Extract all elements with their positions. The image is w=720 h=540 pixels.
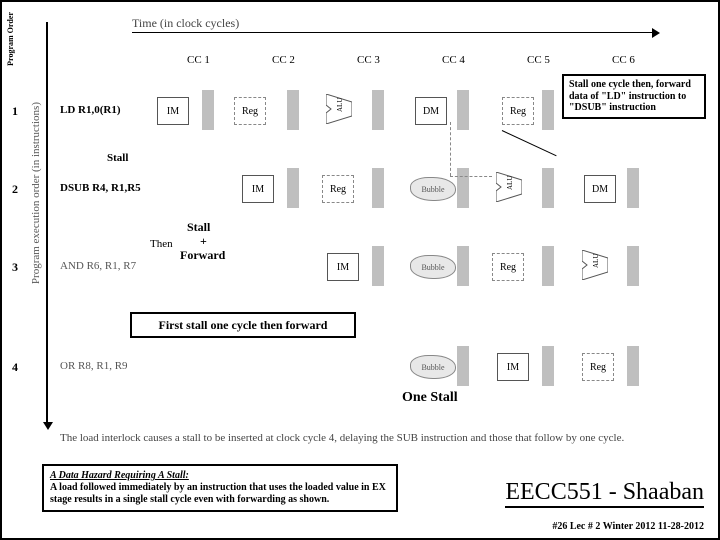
bar — [542, 246, 554, 286]
program-order-label: Program Order — [6, 12, 15, 66]
r1-dm: DM — [415, 97, 447, 125]
r2-im: IM — [242, 175, 274, 203]
cc5-label: CC 5 — [527, 54, 550, 66]
forward-callout: Stall one cycle then, forward data of "L… — [562, 74, 706, 119]
bar — [542, 168, 554, 208]
cc1-label: CC 1 — [187, 54, 210, 66]
cc6-label: CC 6 — [612, 54, 635, 66]
bar — [457, 90, 469, 130]
fwd-line-h — [450, 176, 492, 178]
sf2: + — [200, 234, 207, 249]
r2-alu-icon: ALU — [496, 172, 522, 202]
row1-instr: LD R1,0(R1) — [60, 104, 121, 116]
slide: Program Order Program execution order (i… — [0, 0, 720, 540]
r4-bubble: Bubble — [410, 355, 456, 379]
vertical-axis — [46, 22, 48, 422]
r3-bubble: Bubble — [410, 255, 456, 279]
bar — [202, 90, 214, 130]
r1-im: IM — [157, 97, 189, 125]
bar — [287, 168, 299, 208]
bar — [372, 168, 384, 208]
footer: #26 Lec # 2 Winter 2012 11-28-2012 — [552, 521, 704, 532]
cc2-label: CC 2 — [272, 54, 295, 66]
r1-reg1: Reg — [234, 97, 266, 125]
cc3-label: CC 3 — [357, 54, 380, 66]
time-label: Time (in clock cycles) — [132, 16, 239, 31]
r3-reg: Reg — [492, 253, 524, 281]
bar — [457, 346, 469, 386]
r3-im: IM — [327, 253, 359, 281]
center-box: First stall one cycle then forward — [130, 312, 356, 338]
svg-text:ALU: ALU — [592, 254, 600, 268]
bar — [542, 90, 554, 130]
bar — [627, 246, 639, 286]
callout-pointer — [502, 130, 557, 156]
r4-reg: Reg — [582, 353, 614, 381]
hazard-box: A Data Hazard Requiring A Stall: A load … — [42, 464, 398, 512]
svg-text:ALU: ALU — [336, 98, 344, 112]
row4-num: 4 — [12, 360, 18, 375]
bar — [627, 346, 639, 386]
row2-num: 2 — [12, 182, 18, 197]
stall-label: Stall — [107, 152, 128, 164]
fwd-line-v — [450, 122, 452, 176]
row3-num: 3 — [12, 260, 18, 275]
row2-instr: DSUB R4, R1,R5 — [60, 182, 141, 194]
row3-instr: AND R6, R1, R7 — [60, 260, 136, 272]
r1-alu-icon: ALU — [326, 94, 352, 124]
bar — [457, 168, 469, 208]
hazard-title: A Data Hazard Requiring A Stall: — [50, 470, 390, 482]
r4-im: IM — [497, 353, 529, 381]
time-axis — [132, 32, 652, 33]
one-stall-label: One Stall — [402, 390, 458, 406]
exec-order-label: Program execution order (in instructions… — [30, 102, 42, 284]
svg-text:ALU: ALU — [506, 176, 514, 190]
cc4-label: CC 4 — [442, 54, 465, 66]
bar — [627, 168, 639, 208]
then-label: Then — [150, 238, 173, 250]
r3-alu-icon: ALU — [582, 250, 608, 280]
row1-num: 1 — [12, 104, 18, 119]
r2-dm: DM — [584, 175, 616, 203]
bar — [457, 246, 469, 286]
sf3: Forward — [180, 248, 225, 263]
r1-reg2: Reg — [502, 97, 534, 125]
row4-instr: OR R8, R1, R9 — [60, 360, 128, 372]
bar — [372, 90, 384, 130]
hazard-body: A load followed immediately by an instru… — [50, 482, 390, 506]
bar — [287, 90, 299, 130]
sf1: Stall — [187, 220, 210, 235]
r2-reg: Reg — [322, 175, 354, 203]
course-label: EECC551 - Shaaban — [505, 479, 704, 508]
bar — [542, 346, 554, 386]
bar — [372, 246, 384, 286]
r2-bubble: Bubble — [410, 177, 456, 201]
bottom-note: The load interlock causes a stall to be … — [60, 432, 670, 444]
